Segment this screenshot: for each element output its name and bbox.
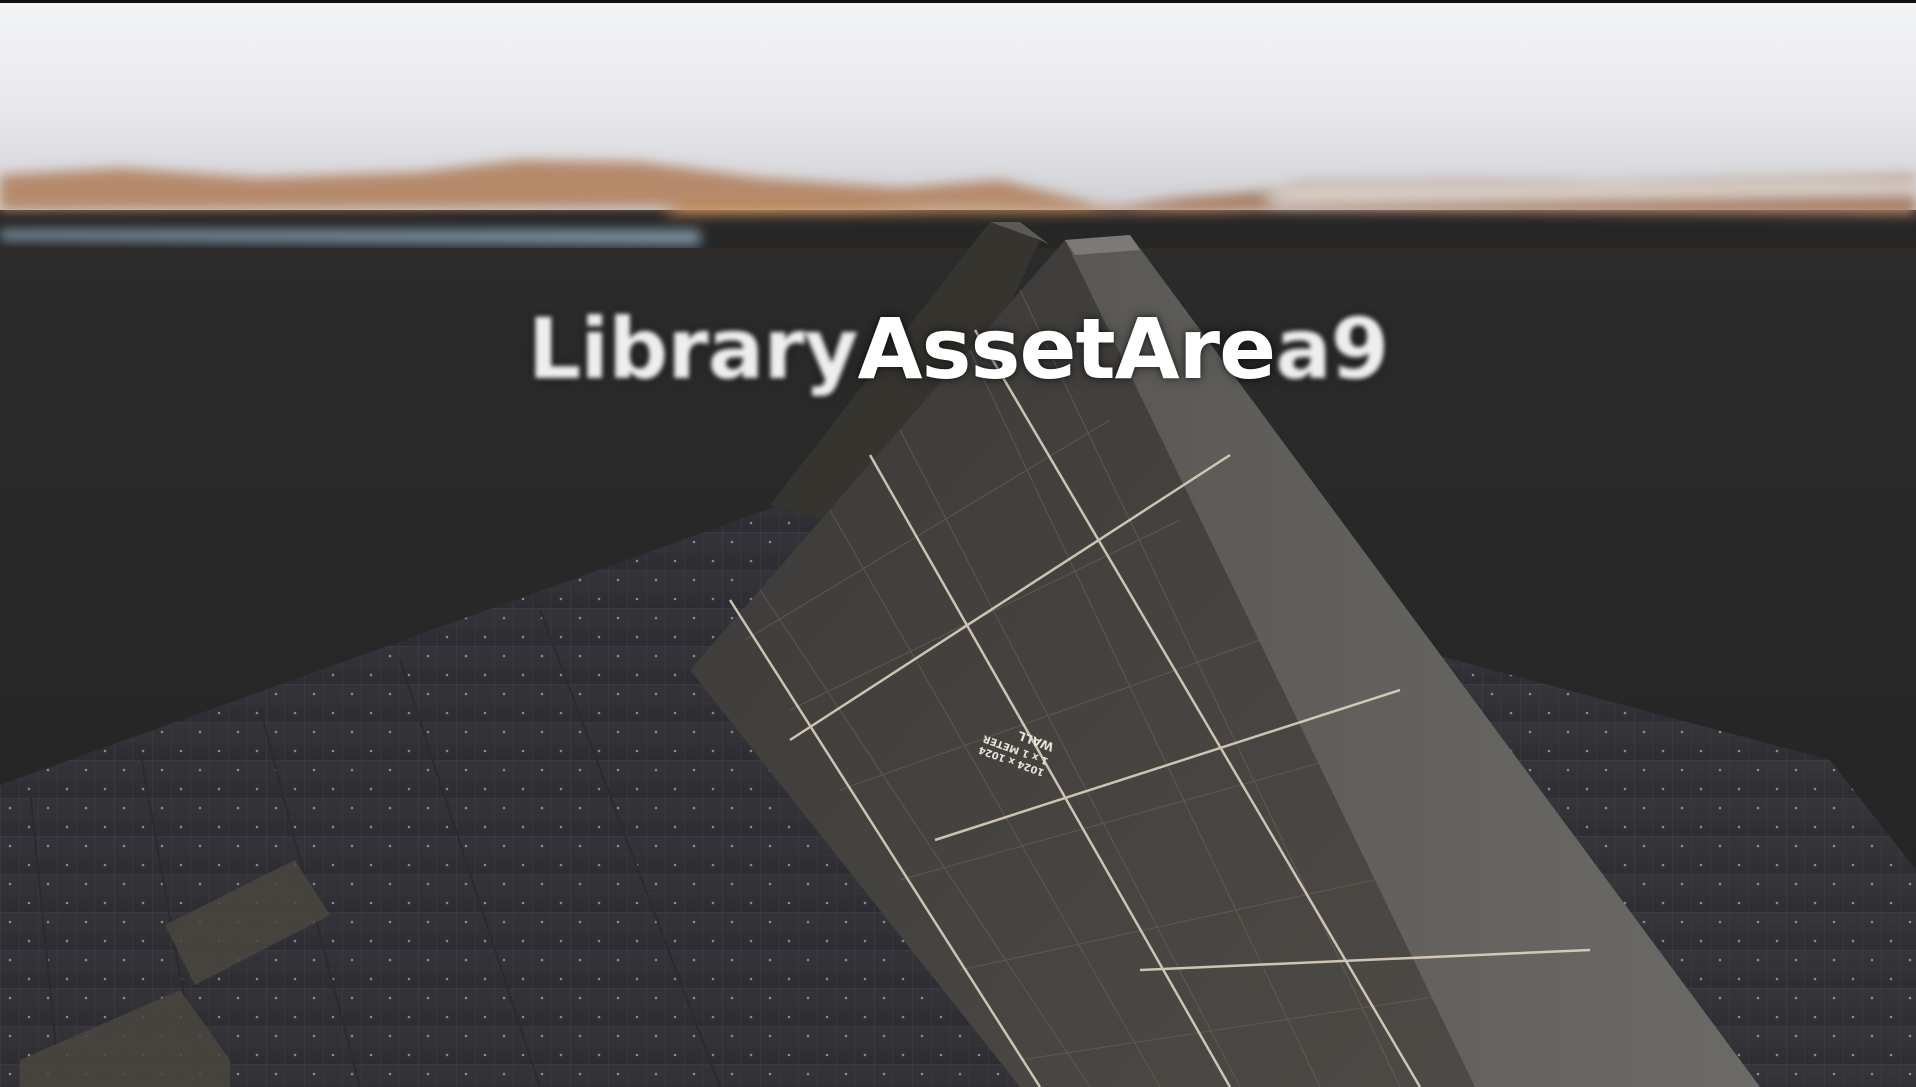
window-top-edge (0, 0, 1916, 3)
game-viewport[interactable]: 1024 x 1024 1 x 1 METER WALL LibraryAsse… (0, 0, 1916, 1087)
3d-scene[interactable]: 1024 x 1024 1 x 1 METER WALL (0, 0, 1916, 1087)
